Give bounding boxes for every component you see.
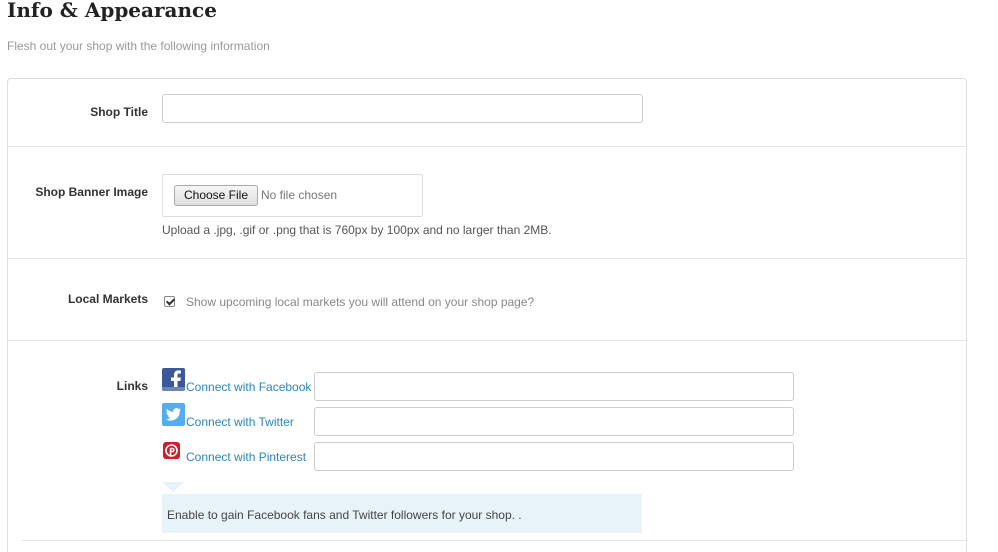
info-callout-arrow	[162, 482, 184, 492]
file-status: No file chosen	[261, 188, 338, 202]
banner-help-text: Upload a .jpg, .gif or .png that is 760p…	[162, 223, 552, 237]
shop-title-row: Shop Title	[8, 79, 966, 147]
page-title: Info & Appearance	[7, 0, 217, 22]
choose-file-button[interactable]: Choose File	[174, 185, 258, 206]
shop-title-input[interactable]	[162, 94, 643, 123]
facebook-url-input[interactable]	[314, 372, 794, 401]
shop-title-label: Shop Title	[90, 105, 148, 119]
twitter-icon	[162, 403, 185, 426]
links-label: Links	[116, 379, 148, 393]
connect-facebook-link[interactable]: Connect with Facebook	[186, 380, 311, 394]
local-markets-label: Local Markets	[67, 292, 148, 306]
settings-panel: Shop Title Shop Banner Image Choose File…	[7, 78, 967, 552]
shop-banner-label: Shop Banner Image	[35, 185, 148, 199]
twitter-url-input[interactable]	[314, 407, 794, 436]
local-markets-checkbox[interactable]	[164, 296, 175, 307]
connect-pinterest-link[interactable]: Connect with Pinterest	[186, 450, 306, 464]
shop-banner-row: Shop Banner Image	[8, 147, 966, 259]
connect-twitter-link[interactable]: Connect with Twitter	[186, 415, 294, 429]
facebook-icon	[162, 368, 185, 391]
links-info-callout: Enable to gain Facebook fans and Twitter…	[162, 494, 642, 533]
divider	[22, 540, 966, 541]
pinterest-icon	[163, 442, 180, 459]
page-subtitle: Flesh out your shop with the following i…	[7, 39, 270, 53]
local-markets-checkbox-label[interactable]: Show upcoming local markets you will att…	[186, 295, 534, 309]
pinterest-url-input[interactable]	[314, 442, 794, 471]
file-upload-field: Choose File No file chosen	[162, 174, 423, 217]
